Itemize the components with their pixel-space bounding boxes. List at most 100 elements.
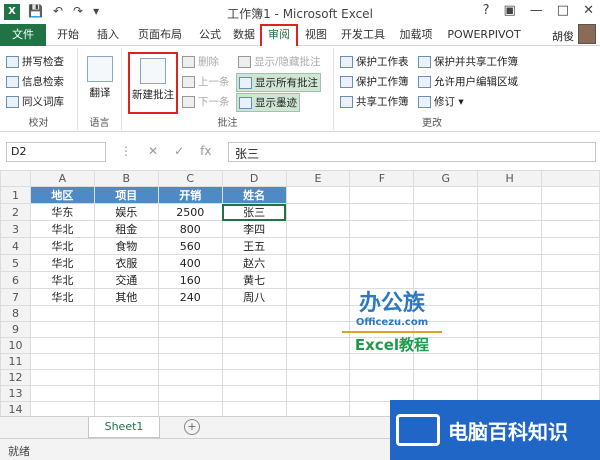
cell[interactable]: 项目 <box>93 186 159 204</box>
cell[interactable]: 李四 <box>221 220 287 238</box>
new-comment-button[interactable]: 新建批注 <box>128 52 178 114</box>
row-header[interactable]: 1 <box>0 186 31 204</box>
cell[interactable]: 华北 <box>29 254 95 272</box>
cell[interactable] <box>349 237 415 255</box>
tab-page-layout[interactable]: 页面布局 <box>130 24 190 46</box>
cell[interactable] <box>541 254 600 272</box>
user-name[interactable]: 胡俊 <box>552 28 574 44</box>
row-header[interactable]: 2 <box>0 203 31 221</box>
previous-comment-button[interactable]: 上一条 <box>182 74 230 89</box>
cell[interactable] <box>285 203 351 221</box>
cell[interactable]: 娱乐 <box>93 203 159 221</box>
select-all-corner[interactable] <box>0 170 31 187</box>
column-header[interactable]: D <box>221 170 287 187</box>
cell[interactable] <box>285 220 351 238</box>
column-header[interactable]: E <box>285 170 351 187</box>
cell[interactable]: 华北 <box>29 220 95 238</box>
tab-view[interactable]: 视图 <box>300 24 332 46</box>
close-button[interactable]: ✕ <box>583 3 594 18</box>
cell[interactable] <box>477 237 543 255</box>
cell[interactable] <box>285 186 351 204</box>
cell[interactable]: 王五 <box>221 237 287 255</box>
tab-formulas[interactable]: 公式 <box>192 24 228 46</box>
avatar[interactable] <box>578 24 596 44</box>
cell[interactable] <box>413 203 479 221</box>
cell[interactable]: 其他 <box>93 288 159 306</box>
row-header[interactable]: 9 <box>0 321 31 338</box>
worksheet-grid[interactable]: A B C D E F G H 1 地区 项目 开销 姓名 2 华东 娱乐 25… <box>0 170 600 418</box>
cell[interactable]: 华东 <box>29 203 95 221</box>
cell[interactable]: 240 <box>157 288 223 306</box>
row-header[interactable]: 6 <box>0 271 31 289</box>
cell[interactable] <box>477 186 543 204</box>
cell[interactable] <box>285 271 351 289</box>
cell[interactable] <box>541 271 600 289</box>
cell[interactable]: 2500 <box>157 203 223 221</box>
research-button[interactable]: 信息检索 <box>6 74 64 89</box>
formula-input[interactable]: 张三 <box>228 142 596 162</box>
row-header[interactable]: 3 <box>0 220 31 238</box>
tab-insert[interactable]: 插入 <box>88 24 128 46</box>
cell[interactable] <box>541 237 600 255</box>
tab-home[interactable]: 开始 <box>50 24 86 46</box>
cell[interactable] <box>541 220 600 238</box>
row-header[interactable]: 7 <box>0 288 31 306</box>
cell[interactable] <box>413 237 479 255</box>
protect-and-share-button[interactable]: 保护并共享工作簿 <box>418 54 518 69</box>
tab-review[interactable]: 审阅 <box>260 24 298 46</box>
cell[interactable]: 400 <box>157 254 223 272</box>
cell[interactable]: 160 <box>157 271 223 289</box>
cell[interactable]: 地区 <box>29 186 95 204</box>
cell[interactable] <box>285 288 351 306</box>
minimize-button[interactable]: — <box>530 3 543 18</box>
allow-edit-ranges-button[interactable]: 允许用户编辑区域 <box>418 74 518 89</box>
cell[interactable] <box>477 271 543 289</box>
column-header[interactable]: B <box>93 170 159 187</box>
cell[interactable] <box>413 220 479 238</box>
cell[interactable] <box>413 186 479 204</box>
cell[interactable] <box>285 254 351 272</box>
share-workbook-button[interactable]: 共享工作簿 <box>340 94 409 109</box>
enter-icon[interactable]: ✓ <box>174 144 184 158</box>
insert-function-icon[interactable]: fx <box>200 144 211 158</box>
cell[interactable]: 华北 <box>29 288 95 306</box>
tab-add-ins[interactable]: 加载项 <box>394 24 438 46</box>
cell[interactable] <box>349 254 415 272</box>
name-box[interactable]: D2 <box>6 142 106 162</box>
show-hide-comment-button[interactable]: 显示/隐藏批注 <box>238 54 321 69</box>
cell[interactable] <box>413 254 479 272</box>
tab-file[interactable]: 文件 <box>0 24 46 46</box>
maximize-button[interactable]: □ <box>557 3 569 18</box>
tab-powerpivot[interactable]: POWERPIVOT <box>440 24 528 46</box>
translate-button[interactable]: 翻译 <box>82 52 118 100</box>
thesaurus-button[interactable]: 同义词库 <box>6 94 64 109</box>
cell[interactable] <box>541 203 600 221</box>
cell[interactable]: 食物 <box>93 237 159 255</box>
track-changes-button[interactable]: 修订 ▾ <box>418 94 464 109</box>
cell[interactable] <box>541 186 600 204</box>
cell[interactable]: 黄七 <box>221 271 287 289</box>
row-header[interactable]: 5 <box>0 254 31 272</box>
cell[interactable] <box>349 203 415 221</box>
row-header[interactable]: 10 <box>0 337 31 354</box>
tab-developer[interactable]: 开发工具 <box>334 24 392 46</box>
row-header[interactable]: 8 <box>0 305 31 322</box>
cell[interactable]: 华北 <box>29 237 95 255</box>
protect-workbook-button[interactable]: 保护工作簿 <box>340 74 409 89</box>
column-header[interactable]: C <box>157 170 223 187</box>
sheet-tab[interactable]: Sheet1 <box>88 417 160 438</box>
cell[interactable]: 周八 <box>221 288 287 306</box>
cell[interactable] <box>541 288 600 306</box>
delete-comment-button[interactable]: 删除 <box>182 54 219 69</box>
cell[interactable]: 560 <box>157 237 223 255</box>
help-icon[interactable]: ? <box>483 3 490 18</box>
tab-data[interactable]: 数据 <box>228 24 260 46</box>
active-cell[interactable]: 张三 <box>221 203 287 221</box>
cell[interactable] <box>349 220 415 238</box>
column-header[interactable]: G <box>413 170 479 187</box>
cell[interactable] <box>285 237 351 255</box>
cancel-icon[interactable]: ✕ <box>148 144 158 158</box>
spell-check-button[interactable]: 拼写检查 <box>6 54 64 69</box>
cell[interactable]: 衣服 <box>93 254 159 272</box>
row-header[interactable]: 11 <box>0 353 31 370</box>
